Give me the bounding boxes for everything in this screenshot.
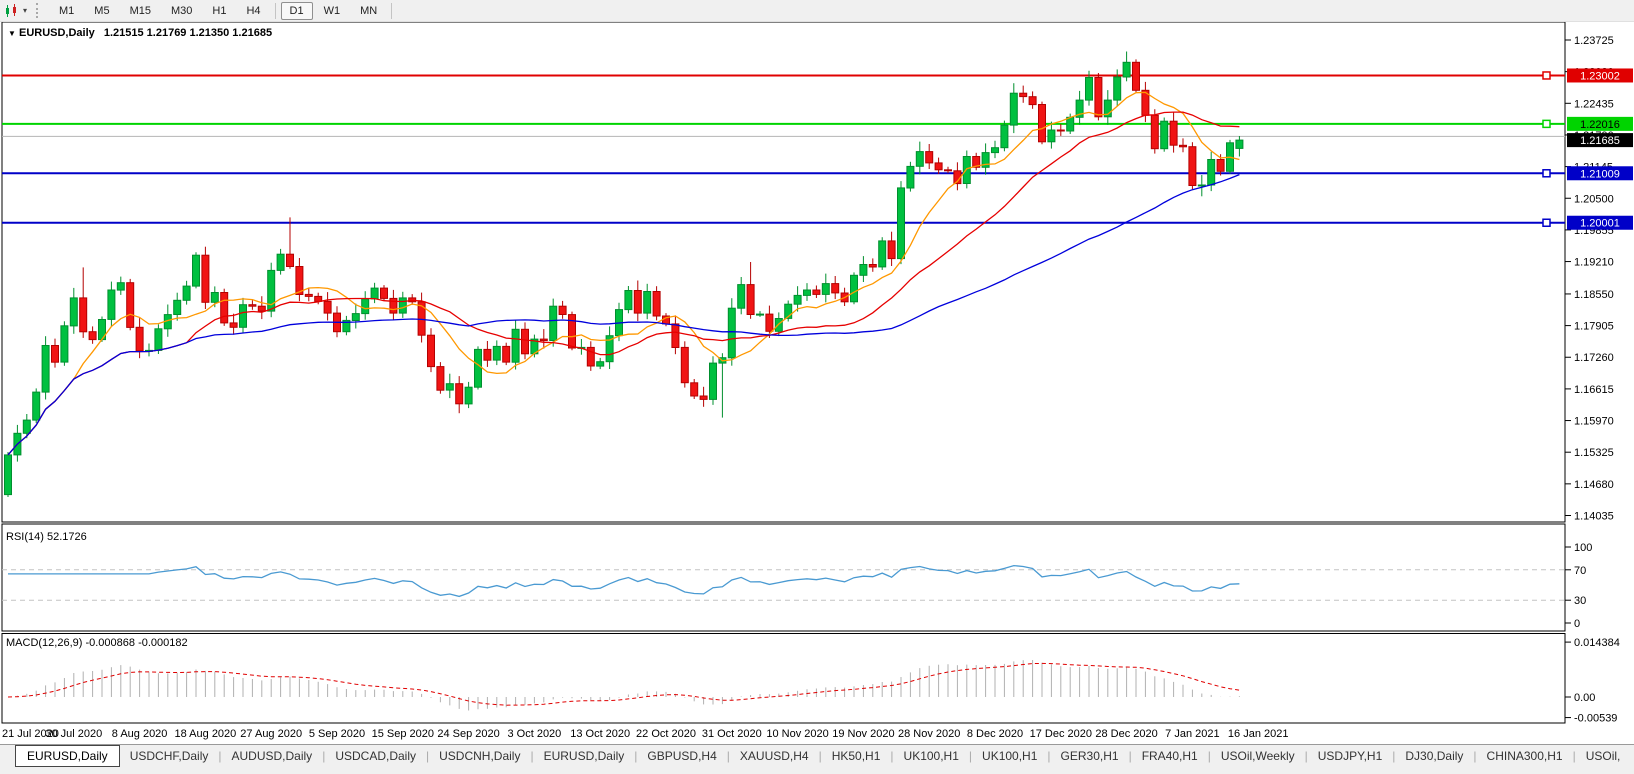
chart-tab-china300-h1[interactable]: CHINA300,H1 — [1477, 745, 1573, 767]
main-chart-panel[interactable] — [2, 22, 1565, 522]
chart-tab-audusd-daily[interactable]: AUDUSD,Daily — [222, 745, 323, 767]
svg-text:1.20500: 1.20500 — [1574, 193, 1614, 205]
svg-text:15 Sep 2020: 15 Sep 2020 — [372, 728, 434, 740]
chart-symbol-label: EURUSD,Daily — [19, 27, 95, 39]
rsi-indicator-label: RSI(14) 52.1726 — [6, 531, 87, 543]
chart-tab-ger30-h1[interactable]: GER30,H1 — [1051, 745, 1129, 767]
chart-tab-usdjpy-h1[interactable]: USDJPY,H1 — [1308, 745, 1392, 767]
chart-title: ▼ EURUSD,Daily 1.21515 1.21769 1.21350 1… — [8, 27, 272, 39]
svg-text:24 Sep 2020: 24 Sep 2020 — [437, 728, 499, 740]
svg-text:0: 0 — [1574, 618, 1580, 630]
macd-panel[interactable] — [2, 634, 1565, 724]
chart-tab-usdcnh-daily[interactable]: USDCNH,Daily — [429, 745, 530, 767]
svg-text:28 Nov 2020: 28 Nov 2020 — [898, 728, 960, 740]
candlestick-chart-icon — [4, 4, 20, 18]
chart-tab-dj30-daily[interactable]: DJ30,Daily — [1395, 745, 1473, 767]
svg-text:8 Dec 2020: 8 Dec 2020 — [967, 728, 1023, 740]
svg-text:1.17260: 1.17260 — [1574, 352, 1614, 364]
chart-tab-hk50-h1[interactable]: HK50,H1 — [822, 745, 891, 767]
svg-text:22 Oct 2020: 22 Oct 2020 — [636, 728, 696, 740]
timeframe-button-M1[interactable]: M1 — [50, 2, 83, 20]
chart-tab-eurusd-daily[interactable]: EURUSD,Daily — [534, 745, 635, 767]
svg-text:8 Aug 2020: 8 Aug 2020 — [112, 728, 168, 740]
dropdown-caret-icon: ▾ — [23, 6, 27, 15]
chart-tab-usoil-[interactable]: USOil, — [1576, 745, 1631, 767]
timeframe-button-W1[interactable]: W1 — [315, 2, 350, 20]
tab-scroll-arrows: ◀ ▶ — [1630, 745, 1634, 762]
svg-text:10 Nov 2020: 10 Nov 2020 — [766, 728, 828, 740]
svg-text:1.19210: 1.19210 — [1574, 257, 1614, 269]
svg-text:1.14680: 1.14680 — [1574, 479, 1614, 491]
chart-tab-uk100-h1[interactable]: UK100,H1 — [894, 745, 969, 767]
timeframe-button-D1[interactable]: D1 — [281, 2, 313, 20]
svg-text:1.21685: 1.21685 — [1580, 135, 1620, 147]
svg-text:70: 70 — [1574, 565, 1586, 577]
chart-tab-xauusd-h4[interactable]: XAUUSD,H4 — [730, 745, 819, 767]
svg-text:1.14035: 1.14035 — [1574, 511, 1614, 523]
chart-canvas[interactable]: 1.237251.230801.224351.217901.211451.205… — [0, 22, 1634, 744]
chart-ohlc-values: 1.21515 1.21769 1.21350 1.21685 — [104, 27, 272, 39]
svg-text:31 Oct 2020: 31 Oct 2020 — [702, 728, 762, 740]
chart-tab-gbpusd-h4[interactable]: GBPUSD,H4 — [637, 745, 726, 767]
chart-tab-usdchf-daily[interactable]: USDCHF,Daily — [120, 745, 219, 767]
chart-tab-fra40-h1[interactable]: FRA40,H1 — [1132, 745, 1208, 767]
svg-text:1.23725: 1.23725 — [1574, 35, 1614, 47]
collapse-icon[interactable]: ▼ — [8, 29, 16, 38]
svg-text:0.00: 0.00 — [1574, 692, 1595, 704]
svg-text:1.20001: 1.20001 — [1580, 218, 1620, 230]
svg-text:30 Jul 2020: 30 Jul 2020 — [45, 728, 102, 740]
chart-tab-usoil-weekly[interactable]: USOil,Weekly — [1211, 745, 1305, 767]
timeframe-button-M15[interactable]: M15 — [121, 2, 160, 20]
hline-handle[interactable] — [1543, 170, 1550, 177]
svg-text:1.22016: 1.22016 — [1580, 119, 1620, 131]
hline-handle[interactable] — [1543, 72, 1550, 79]
svg-text:30: 30 — [1574, 595, 1586, 607]
hline-handle[interactable] — [1543, 120, 1550, 127]
svg-text:1.22435: 1.22435 — [1574, 98, 1614, 110]
svg-text:1.15970: 1.15970 — [1574, 416, 1614, 428]
svg-text:27 Aug 2020: 27 Aug 2020 — [240, 728, 302, 740]
svg-text:5 Sep 2020: 5 Sep 2020 — [309, 728, 365, 740]
timeframe-button-MN[interactable]: MN — [351, 2, 386, 20]
svg-text:1.16615: 1.16615 — [1574, 384, 1614, 396]
chart-tab-uk100-h1[interactable]: UK100,H1 — [972, 745, 1047, 767]
svg-text:19 Nov 2020: 19 Nov 2020 — [832, 728, 894, 740]
svg-text:13 Oct 2020: 13 Oct 2020 — [570, 728, 630, 740]
hline-handle[interactable] — [1543, 219, 1550, 226]
svg-text:28 Dec 2020: 28 Dec 2020 — [1095, 728, 1157, 740]
timeframe-button-M30[interactable]: M30 — [162, 2, 201, 20]
svg-text:-0.00539: -0.00539 — [1574, 713, 1617, 725]
chart-tabs: EURUSD,DailyUSDCHF,Daily|AUDUSD,Daily|US… — [0, 745, 1630, 767]
top-toolbar: ▾ M1M5M15M30H1H4 D1W1MN — [0, 0, 1634, 22]
rsi-panel[interactable] — [2, 524, 1565, 631]
svg-text:1.18550: 1.18550 — [1574, 289, 1614, 301]
svg-text:3 Oct 2020: 3 Oct 2020 — [507, 728, 561, 740]
svg-text:7 Jan 2021: 7 Jan 2021 — [1165, 728, 1219, 740]
svg-text:1.21009: 1.21009 — [1580, 168, 1620, 180]
time-axis: 21 Jul 202030 Jul 20208 Aug 202018 Aug 2… — [2, 728, 1288, 740]
timeframe-button-M5[interactable]: M5 — [85, 2, 118, 20]
chart-tab-eurusd-daily[interactable]: EURUSD,Daily — [15, 745, 120, 767]
chart-type-button[interactable]: ▾ — [4, 4, 30, 18]
chart-tab-bar: EURUSD,DailyUSDCHF,Daily|AUDUSD,Daily|US… — [0, 744, 1634, 774]
timeframe-buttons: M1M5M15M30H1H4 D1W1MN — [49, 2, 396, 20]
svg-text:0.014384: 0.014384 — [1574, 637, 1620, 649]
svg-text:1.15325: 1.15325 — [1574, 447, 1614, 459]
timeframe-button-H4[interactable]: H4 — [237, 2, 269, 20]
toolbar-grip[interactable] — [36, 3, 41, 18]
macd-indicator-label: MACD(12,26,9) -0.000868 -0.000182 — [6, 637, 188, 649]
chart-tab-usdcad-daily[interactable]: USDCAD,Daily — [325, 745, 426, 767]
svg-text:18 Aug 2020: 18 Aug 2020 — [175, 728, 237, 740]
svg-text:100: 100 — [1574, 542, 1592, 554]
toolbar-separator — [275, 3, 276, 19]
toolbar-separator — [391, 3, 392, 19]
svg-text:1.23002: 1.23002 — [1580, 70, 1620, 82]
svg-text:17 Dec 2020: 17 Dec 2020 — [1030, 728, 1092, 740]
timeframe-button-H1[interactable]: H1 — [203, 2, 235, 20]
svg-text:1.17905: 1.17905 — [1574, 321, 1614, 333]
svg-text:16 Jan 2021: 16 Jan 2021 — [1228, 728, 1289, 740]
